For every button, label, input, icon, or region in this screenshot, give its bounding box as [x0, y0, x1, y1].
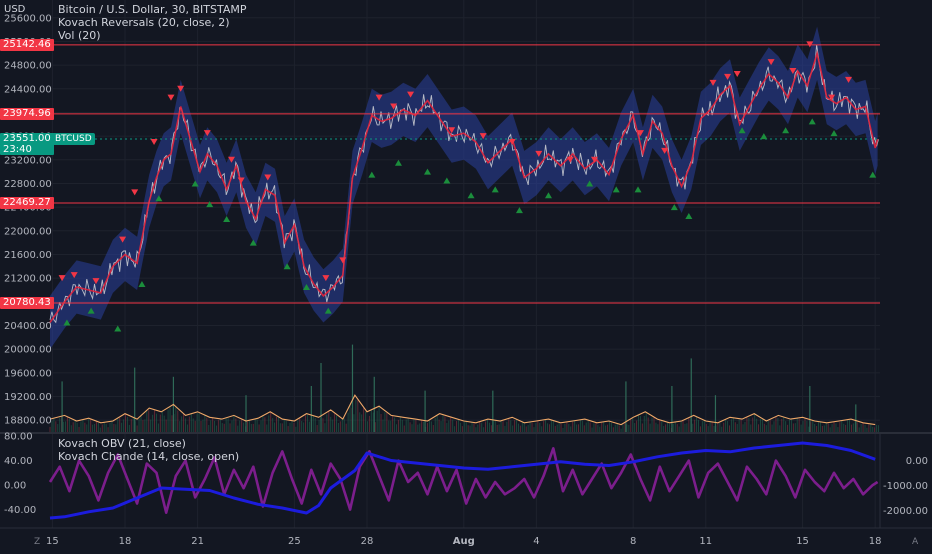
osc-left-tick-label: 80.00 [4, 432, 33, 443]
countdown: 23:40 [3, 144, 32, 155]
osc-right-tick-label: 0.00 [906, 456, 928, 467]
price-tick-label: 19200.00 [4, 392, 52, 403]
price-tick-label: 20000.00 [4, 345, 52, 356]
level-price-tag: 25142.46 [0, 38, 54, 51]
price-tick-label: 21600.00 [4, 250, 52, 261]
level-price-tag: 22469.27 [0, 197, 54, 210]
time-tick-label: 11 [699, 536, 712, 547]
osc-left-tick-label: 40.00 [4, 456, 33, 467]
chart[interactable]: 18800.00 19200.00 19600.00 20000.00 20400.00… [0, 0, 932, 550]
chart-svg[interactable]: 18800.00 19200.00 19600.00 20000.00 20400.00… [0, 0, 932, 550]
level-price-tag: 20780.43 [0, 296, 54, 309]
time-tick-label: 18 [119, 536, 132, 547]
osc-right-tick-label: -2000.00 [883, 506, 928, 517]
level-price-tag: 23974.96 [0, 107, 54, 120]
time-tick-label: 4 [533, 536, 539, 547]
price-tick-label: 22800.00 [4, 179, 52, 190]
time-tick-label: 21 [191, 536, 204, 547]
time-tick-label: 28 [361, 536, 374, 547]
current-price-tag: 23551.00 23:40 [0, 133, 54, 155]
osc-left-tick-label: 0.00 [4, 481, 26, 492]
time-tick-label: 15 [46, 536, 59, 547]
time-tick-label: 25 [288, 536, 301, 547]
osc-right-tick-label: -1000.00 [883, 481, 928, 492]
indicator-legend-chande[interactable]: Kovach Chande (14, close, open) [58, 450, 239, 463]
price-tick-label: 24400.00 [4, 84, 52, 95]
osc-legend: Kovach OBV (21, close) Kovach Chande (14… [58, 437, 239, 463]
auto-scale-icon[interactable]: A [912, 537, 918, 547]
price-tick-label: 24800.00 [4, 61, 52, 72]
main-legend: Bitcoin / U.S. Dollar, 30, BITSTAMP Kova… [58, 3, 247, 42]
indicator-legend-volume[interactable]: Vol (20) [58, 29, 247, 42]
price-tick-label: 22000.00 [4, 226, 52, 237]
osc-left-tick-label: -40.00 [4, 505, 36, 516]
price-tick-label: 18800.00 [4, 416, 52, 427]
time-tick-label: 18 [869, 536, 882, 547]
time-tick-label: 15 [796, 536, 809, 547]
current-price: 23551.00 [3, 133, 51, 144]
currency-label: USD [4, 4, 26, 15]
chart-title: Bitcoin / U.S. Dollar, 30, BITSTAMP [58, 3, 247, 16]
indicator-legend-obv[interactable]: Kovach OBV (21, close) [58, 437, 239, 450]
price-tick-label: 19600.00 [4, 368, 52, 379]
price-tick-label: 23200.00 [4, 155, 52, 166]
time-tick-label: Aug [453, 536, 475, 547]
price-tick-label: 20400.00 [4, 321, 52, 332]
indicator-legend-reversals[interactable]: Kovach Reversals (20, close, 2) [58, 16, 247, 29]
time-tick-label: 8 [630, 536, 636, 547]
price-tick-label: 21200.00 [4, 274, 52, 285]
timezone-icon[interactable]: Z [34, 537, 40, 547]
symbol-tag: BTCUSD [52, 133, 95, 145]
